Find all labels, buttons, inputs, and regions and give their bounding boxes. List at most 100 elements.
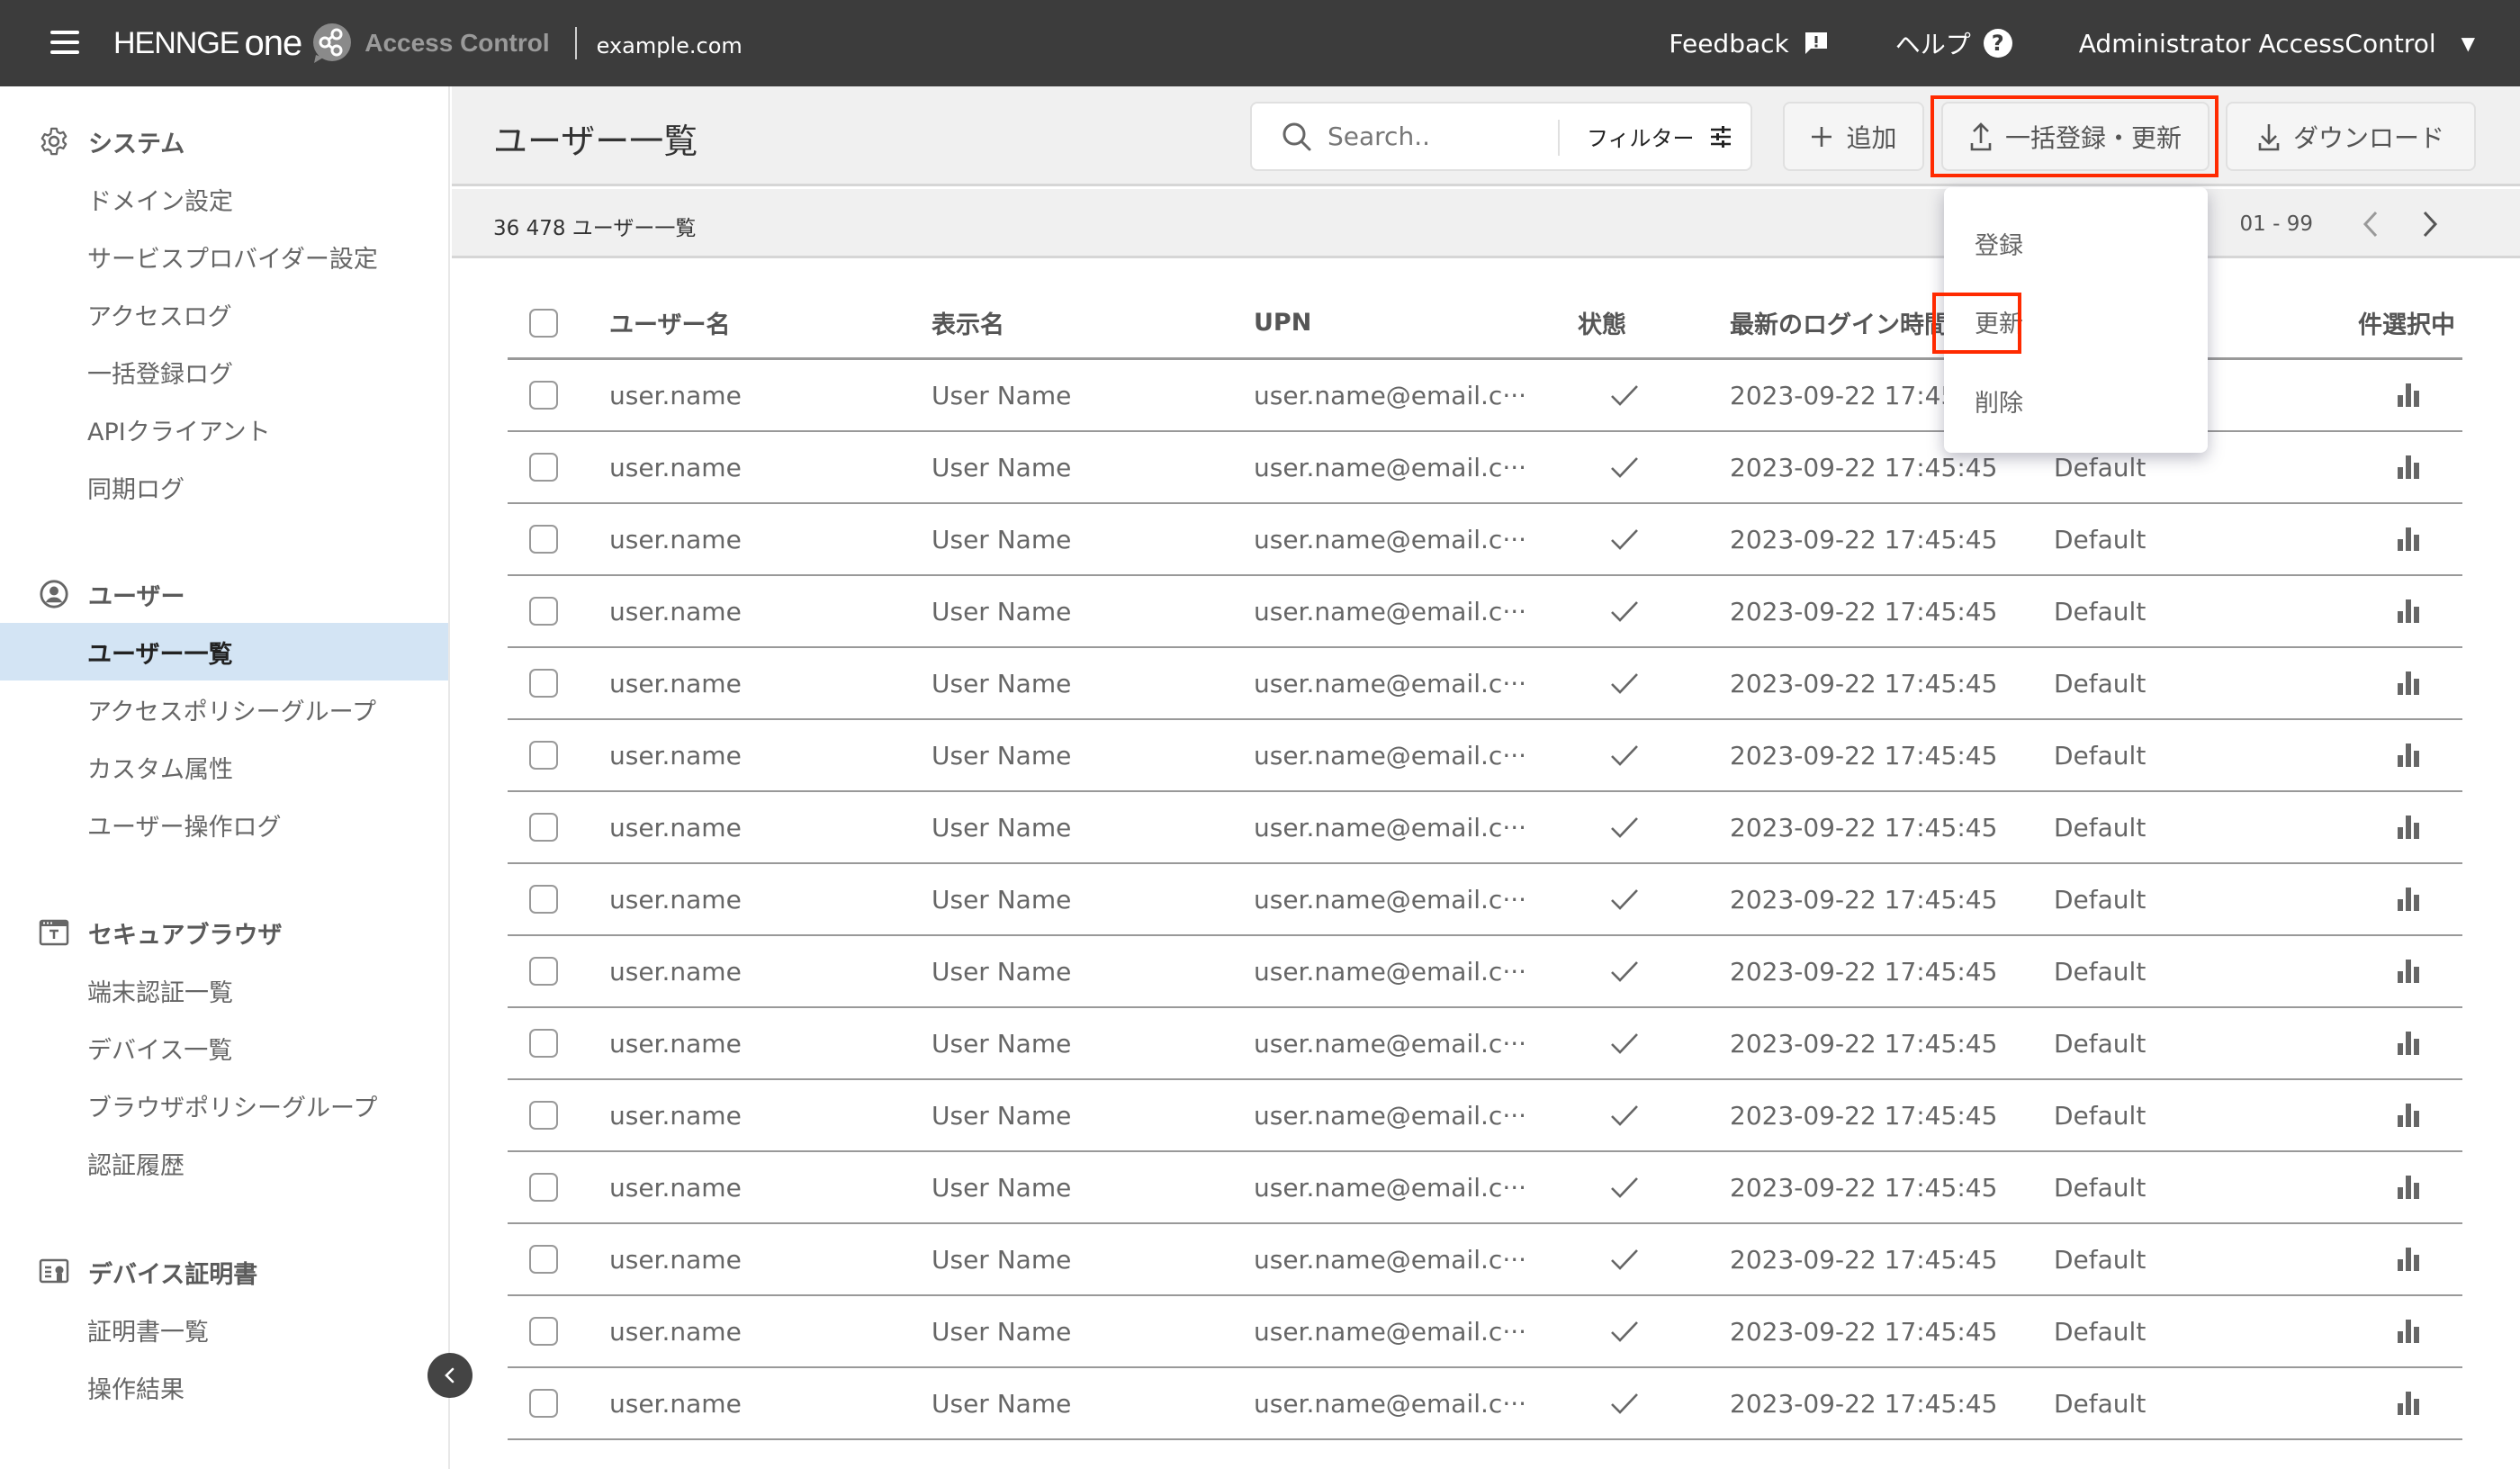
menu-icon[interactable] [50, 31, 79, 54]
sidebar-item-user-operation-log[interactable]: ユーザー操作ログ [0, 796, 448, 853]
cell-upn: user.name@email.c··· [1254, 1388, 1527, 1419]
table-row[interactable]: user.name User Name user.name@email.c··· 20… [508, 792, 2462, 864]
row-stats-button[interactable] [2396, 1296, 2421, 1366]
column-header-last-login[interactable]: 最新のログイン時間 [1730, 288, 1948, 357]
dropdown-item-register[interactable]: 登録 [1975, 216, 2182, 270]
row-checkbox[interactable] [529, 957, 558, 986]
sidebar-item-api-client[interactable]: APIクライアント [0, 401, 448, 458]
sidebar-item-device-auth-list[interactable]: 端末認証一覧 [0, 961, 448, 1019]
table-row[interactable]: user.name User Name user.name@email.c··· 20… [508, 1152, 2462, 1224]
cell-display-name: User Name [932, 884, 1072, 915]
row-stats-button[interactable] [2396, 1224, 2421, 1294]
row-checkbox[interactable] [529, 1389, 558, 1418]
row-stats-button[interactable] [2396, 576, 2421, 646]
row-stats-button[interactable] [2396, 720, 2421, 790]
table-row[interactable]: user.name User Name user.name@email.c··· 20… [508, 576, 2462, 648]
row-stats-button[interactable] [2396, 360, 2421, 430]
row-checkbox[interactable] [529, 525, 558, 554]
table-row[interactable]: user.name User Name user.name@email.c··· 20… [508, 648, 2462, 720]
row-checkbox[interactable] [529, 669, 558, 698]
row-stats-button[interactable] [2396, 864, 2421, 934]
cell-last-login: 2023-09-22 17:45:45 [1730, 1244, 1998, 1275]
nav-section-title: ユーザー [88, 582, 185, 611]
table-row[interactable]: user.name User Name user.name@email.c··· 20… [508, 1296, 2462, 1368]
table-row[interactable]: user.name User Name user.name@email.c··· 20… [508, 864, 2462, 936]
cell-last-login: 2023-09-22 17:45:45 [1730, 884, 1998, 915]
column-header-username[interactable]: ユーザー名 [609, 288, 730, 357]
row-stats-button[interactable] [2396, 648, 2421, 718]
row-stats-button[interactable] [2396, 504, 2421, 574]
access-control-logo-icon [310, 23, 352, 64]
nav-section-secure-browser: セキュアブラウザ 端末認証一覧 デバイス一覧 ブラウザポリシーグループ 認証履歴 [0, 904, 448, 1192]
row-checkbox[interactable] [529, 1245, 558, 1274]
row-stats-button[interactable] [2396, 792, 2421, 862]
download-button[interactable]: ダウンロード [2226, 102, 2476, 171]
select-all-checkbox[interactable] [529, 308, 558, 338]
row-checkbox[interactable] [529, 1317, 558, 1346]
sidebar-item-browser-policy-group[interactable]: ブラウザポリシーグループ [0, 1077, 448, 1134]
sidebar-item-certificate-list[interactable]: 証明書一覧 [0, 1301, 448, 1358]
table-row[interactable]: user.name User Name user.name@email.c··· 20… [508, 504, 2462, 576]
column-header-display-name[interactable]: 表示名 [932, 288, 1004, 357]
page-range: 01 - 99 [2239, 212, 2313, 236]
cell-last-login: 2023-09-22 17:45:45 [1730, 1388, 1998, 1419]
row-stats-button[interactable] [2396, 1152, 2421, 1222]
row-stats-button[interactable] [2396, 936, 2421, 1006]
sidebar-collapse-button[interactable] [428, 1353, 472, 1398]
row-checkbox[interactable] [529, 885, 558, 914]
checkmark-icon [1611, 457, 1638, 478]
sidebar-item-operation-results[interactable]: 操作結果 [0, 1358, 448, 1416]
table-row[interactable]: user.name User Name user.name@email.c··· 20… [508, 1224, 2462, 1296]
cell-last-login: 2023-09-22 17:45:45 [1730, 1172, 1998, 1203]
sidebar-item-service-provider-settings[interactable]: サービスプロバイダー設定 [0, 228, 448, 285]
row-checkbox[interactable] [529, 813, 558, 842]
row-checkbox[interactable] [529, 597, 558, 626]
table-row[interactable]: user.name User Name user.name@email.c··· 20… [508, 936, 2462, 1008]
nav-section-title: デバイス証明書 [88, 1260, 258, 1289]
nav-section-title: システム [88, 130, 185, 158]
add-user-button[interactable]: 追加 [1783, 102, 1924, 171]
row-stats-button[interactable] [2396, 1368, 2421, 1438]
cell-upn: user.name@email.c··· [1254, 1172, 1527, 1203]
column-header-status[interactable]: 状態 [1578, 288, 1626, 357]
column-header-upn[interactable]: UPN [1254, 288, 1311, 357]
cell-policy: Default [2054, 1028, 2146, 1059]
next-page-button[interactable] [2412, 206, 2448, 242]
table-row[interactable]: user.name User Name user.name@email.c··· 20… [508, 1008, 2462, 1080]
brand-logo[interactable]: HENNGE one Access Control example.com [113, 20, 742, 67]
sidebar-item-device-list[interactable]: デバイス一覧 [0, 1019, 448, 1077]
row-stats-button[interactable] [2396, 1080, 2421, 1150]
row-checkbox[interactable] [529, 1029, 558, 1058]
sidebar-item-user-list[interactable]: ユーザー一覧 [0, 623, 448, 680]
row-stats-button[interactable] [2396, 1008, 2421, 1078]
sidebar-item-bulk-log[interactable]: 一括登録ログ [0, 343, 448, 401]
bulk-register-update-button[interactable]: 一括登録・更新 [1941, 102, 2210, 171]
chevron-left-icon [445, 1367, 454, 1383]
dropdown-item-update[interactable]: 更新 [1975, 294, 2182, 348]
sidebar-item-domain-settings[interactable]: ドメイン設定 [0, 170, 448, 228]
table-row[interactable]: user.name User Name user.name@email.c··· 20… [508, 1368, 2462, 1440]
product-name: Access Control [364, 29, 550, 57]
prev-page-button[interactable] [2353, 206, 2389, 242]
sidebar-item-sync-log[interactable]: 同期ログ [0, 458, 448, 516]
search-input[interactable] [1328, 122, 1552, 151]
row-checkbox[interactable] [529, 741, 558, 770]
filter-button[interactable]: フィルター [1587, 104, 1732, 169]
sidebar-item-custom-attributes[interactable]: カスタム属性 [0, 738, 448, 796]
feedback-button[interactable]: Feedback [1669, 29, 1828, 59]
account-menu[interactable]: Administrator AccessControl ▼ [2079, 29, 2475, 59]
table-row[interactable]: user.name User Name user.name@email.c··· 20… [508, 1080, 2462, 1152]
row-stats-button[interactable] [2396, 432, 2421, 502]
help-button[interactable]: ヘルプ ? [1895, 25, 2012, 61]
sidebar-item-auth-history[interactable]: 認証履歴 [0, 1134, 448, 1192]
row-checkbox[interactable] [529, 453, 558, 482]
bulk-actions-dropdown: 登録 更新 削除 [1944, 187, 2208, 453]
filter-sliders-icon [1709, 125, 1732, 149]
dropdown-item-delete[interactable]: 削除 [1975, 374, 2182, 428]
row-checkbox[interactable] [529, 1173, 558, 1202]
row-checkbox[interactable] [529, 381, 558, 410]
sidebar-item-access-log[interactable]: アクセスログ [0, 285, 448, 343]
table-row[interactable]: user.name User Name user.name@email.c··· 20… [508, 720, 2462, 792]
row-checkbox[interactable] [529, 1101, 558, 1130]
sidebar-item-access-policy-group[interactable]: アクセスポリシーグループ [0, 680, 448, 738]
